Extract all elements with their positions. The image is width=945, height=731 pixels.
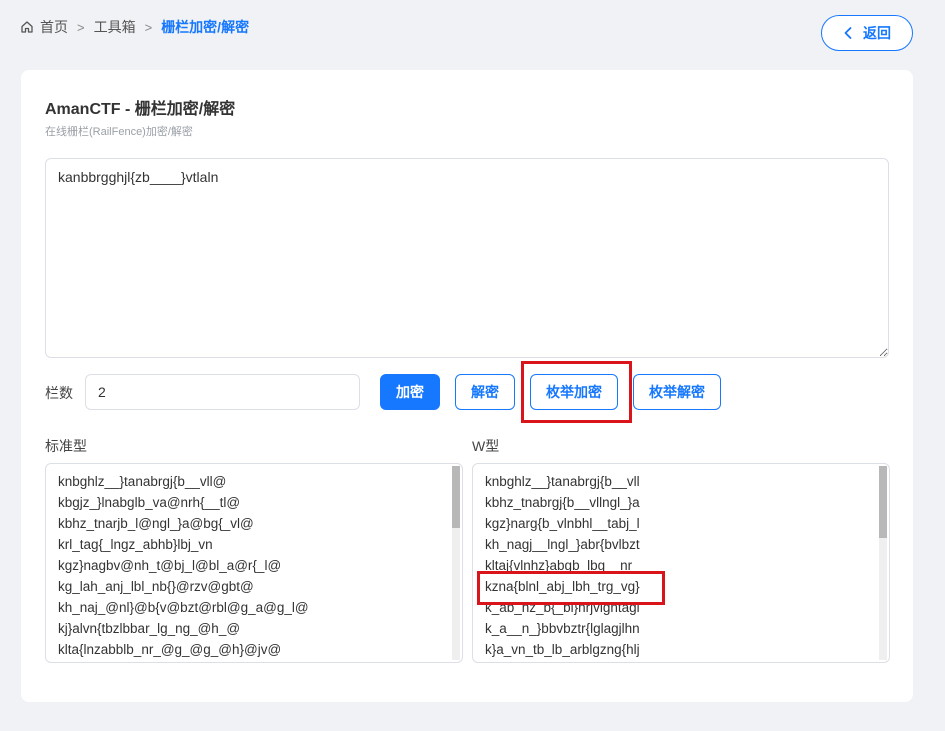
list-item: klta{lnzabblb_nr_@g_@g_@h}@jv@ [58,642,282,657]
breadcrumb-home[interactable]: 首页 [40,17,68,37]
list-item: kj}alvn{tbzlbbar_lg_ng_@h_@ [58,621,241,636]
list-item: kbhz_tnarjb_l@ngl_}a@bg{_vl@ [58,516,254,531]
back-button[interactable]: 返回 [821,15,913,51]
list-item: kbhz_tnabrgj{b__vllngl_}a [485,495,640,510]
scrollbar-thumb[interactable] [452,466,460,528]
standard-label: 标准型 [45,438,87,454]
main-card: AmanCTF - 栅栏加密/解密 在线栅栏(RailFence)加密/解密 k… [21,70,913,702]
list-item: kg_lah_anj_lbl_nb{}@rzv@gbt@ [58,579,254,594]
home-icon[interactable] [20,20,34,34]
breadcrumb-separator-icon: > [144,19,153,35]
page-subtitle: 在线栅栏(RailFence)加密/解密 [45,126,193,138]
rails-label: 栏数 [45,385,73,401]
wtype-result-list: knbghlz__}tanabrgj{b__vll kbhz_tnabrgj{b… [485,471,640,660]
scrollbar-thumb[interactable] [879,466,887,538]
list-item: kgz}narg{b_vlnbhl__tabj_l [485,516,640,531]
list-item: knbghlz__}tanabrgj{b__vll@ [58,474,227,489]
encrypt-button[interactable]: 加密 [380,374,440,410]
enum-decrypt-button[interactable]: 枚举解密 [633,374,721,410]
back-button-label: 返回 [863,25,891,41]
list-item: knbghlz__}tanabrgj{b__vll [485,474,640,489]
list-item: kh_nagj__lngl_}abr{bvlbzt [485,537,640,552]
list-item: k_ab_hz_b{_bl}nrjvlgntagl [485,600,640,615]
wtype-label: W型 [472,438,500,454]
text-input[interactable]: kanbbrgghjl{zb____}vtlaln [45,158,889,358]
breadcrumb-toolbox[interactable]: 工具箱 [94,17,136,37]
list-item: kltaj{vlnhz}abgb_lbg__nr [485,558,633,573]
list-item: kgz}nagbv@nh_t@bj_l@bl_a@r{_l@ [58,558,282,573]
standard-result-list: knbghlz__}tanabrgj{b__vll@ kbgjz_}lnabgl… [58,471,309,660]
wtype-scrollbar[interactable] [879,466,887,660]
list-item: kh_naj_@nl}@b{v@bzt@rbl@g_a@g_l@ [58,600,309,615]
wtype-result-box[interactable]: knbghlz__}tanabrgj{b__vll kbhz_tnabrgj{b… [472,463,890,663]
breadcrumb-separator-icon: > [77,19,85,35]
decrypt-button[interactable]: 解密 [455,374,515,410]
breadcrumb-current: 栅栏加密/解密 [161,19,250,35]
page-title: AmanCTF - 栅栏加密/解密 [45,101,236,118]
breadcrumb: 首页 > 工具箱 > 栅栏加密/解密 [20,17,249,37]
rails-input[interactable] [85,374,360,410]
list-item: kbgjz_}lnabglb_va@nrh{__tl@ [58,495,241,510]
standard-scrollbar[interactable] [452,466,460,660]
standard-result-box[interactable]: knbghlz__}tanabrgj{b__vll@ kbgjz_}lnabgl… [45,463,463,663]
list-item: k}a_vn_tb_lb_arblgzng{hlj [485,642,640,657]
chevron-left-icon [844,27,852,39]
enum-encrypt-button[interactable]: 枚举加密 [530,374,618,410]
list-item: k_a__n_}bbvbztr{lglagjlhn [485,621,640,636]
list-item: kzna{blnl_abj_lbh_trg_vg} [485,579,640,594]
list-item: krl_tag{_lngz_abhb}lbj_vn [58,537,213,552]
